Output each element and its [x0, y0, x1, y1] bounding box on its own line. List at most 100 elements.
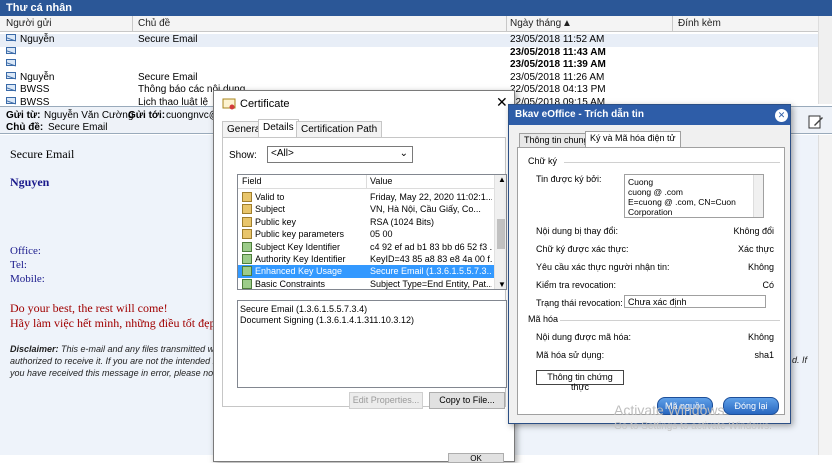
field-row-selected[interactable]: Enhanced Key Usage Secure Email (1.3.6.1…	[238, 265, 494, 278]
revocation-check-value: Có	[762, 280, 774, 290]
close-icon[interactable]: ✕	[775, 109, 788, 122]
col-sender[interactable]: Người gửi	[6, 18, 52, 29]
col-subject[interactable]: Chủ đề	[138, 18, 170, 29]
copy-to-file-button[interactable]: Copy to File...	[429, 392, 505, 409]
mail-subject: Secure Email	[138, 34, 198, 45]
mail-subject: Secure Email	[138, 71, 198, 83]
field-row[interactable]: Subject VN, Hà Nội, Cầu Giấy, Co...	[238, 203, 494, 215]
value-column-header[interactable]: Value	[370, 176, 392, 186]
chevron-down-icon: ⌄	[399, 148, 408, 159]
sender-name: Nguyen	[10, 175, 50, 189]
certificate-info-button[interactable]: Thông tin chứng thực	[536, 370, 624, 392]
signer-scrollbar[interactable]	[753, 175, 763, 217]
fields-header: Field Value	[238, 175, 494, 189]
subject-label: Chủ đề:	[6, 122, 44, 133]
cipher-label: Mã hóa sử dụng:	[536, 350, 605, 360]
body-scrollbar[interactable]	[818, 135, 832, 455]
mail-row[interactable]: 23/05/2018 11:43 AM	[0, 46, 818, 60]
mail-date: 23/05/2018 11:39 AM	[510, 59, 606, 70]
changed-value: Không đổi	[733, 226, 774, 236]
quote-en: Do your best, the rest will come!	[10, 301, 168, 315]
field-row[interactable]: Public key RSA (1024 Bits)	[238, 216, 494, 228]
inbox-header: Thư cá nhân	[0, 0, 832, 16]
field-row[interactable]: Authority Key Identifier KeyID=43 85 a8 …	[238, 253, 494, 265]
scroll-down-icon[interactable]: ▼	[498, 280, 506, 289]
certificate-dialog: Certificate ✕ General Details Certificat…	[213, 90, 515, 463]
tab-certification-path[interactable]: Certification Path	[296, 121, 383, 137]
verified-value: Xác thực	[737, 244, 774, 254]
envelope-icon	[6, 71, 16, 79]
field-row[interactable]: Basic Constraints Subject Type=End Entit…	[238, 278, 494, 289]
mail-row[interactable]: Nguyễn Secure Email 23/05/2018 11:52 AM	[0, 34, 818, 47]
eoffice-title: Bkav eOffice - Trích dẫn tin	[509, 105, 790, 125]
details-panel: Show: <All> ⌄ Field Value Valid to Frida…	[222, 137, 507, 409]
field-icon	[242, 278, 252, 289]
cipher-value: sha1	[754, 350, 774, 360]
edit-properties-button[interactable]: Edit Properties...	[349, 392, 423, 409]
show-select-value: <All>	[271, 148, 294, 159]
envelope-icon	[6, 84, 16, 91]
field-row[interactable]: Public key parameters 05 00	[238, 228, 494, 240]
scroll-up-icon[interactable]: ▲	[498, 175, 506, 184]
encrypted-value: Không	[747, 332, 774, 342]
tab-general-info[interactable]: Thông tin chung	[519, 133, 594, 147]
verified-label: Chữ ký được xác thực:	[536, 244, 629, 254]
scroll-thumb[interactable]	[497, 219, 505, 249]
tab-sign-encrypt[interactable]: Ký và Mã hóa điện tử	[585, 131, 681, 147]
signer-box[interactable]: Cuong cuong @ .com E=cuong @ .com, CN=Cu…	[624, 174, 764, 218]
envelope-icon	[6, 96, 16, 104]
field-icon	[242, 266, 252, 277]
activate-windows-watermark: Activate Windows	[614, 402, 725, 418]
mail-date: 22/05/2018 04:13 PM	[510, 84, 606, 95]
fields-list[interactable]: Field Value Valid to Friday, May 22, 202…	[237, 174, 507, 290]
field-icon	[242, 254, 252, 264]
signature-group-label: Chữ ký	[528, 156, 558, 166]
close-button[interactable]: Đóng lại	[723, 397, 779, 415]
activate-windows-hint: Go to Settings to activate Windows.	[614, 421, 772, 432]
changed-label: Nội dung bị thay đổi:	[536, 226, 619, 236]
to-label: Gửi tới:	[128, 110, 166, 121]
mail-subject: Lịch thao luật lệ	[138, 96, 209, 106]
office-label: Office:	[10, 245, 41, 257]
mail-sender: BWSS	[20, 84, 50, 95]
mail-row[interactable]: Nguyễn Secure Email 23/05/2018 11:26 AM	[0, 71, 818, 85]
revocation-state-field[interactable]: Chưa xác định	[624, 295, 766, 308]
disclaimer-fragment: d. If	[792, 355, 808, 365]
tel-label: Tel:	[10, 259, 27, 271]
tab-details[interactable]: Details	[258, 119, 299, 137]
encryption-group-label: Mã hóa	[528, 314, 559, 324]
sort-up-icon: ▲	[562, 18, 572, 29]
field-detail-text[interactable]: Secure Email (1.3.6.1.5.5.7.3.4) Documen…	[237, 300, 507, 388]
field-icon	[242, 216, 252, 227]
eoffice-dialog: Bkav eOffice - Trích dẫn tin ✕ Thông tin…	[508, 104, 791, 424]
close-icon[interactable]: ✕	[496, 94, 508, 111]
field-row[interactable]: Valid to Friday, May 22, 2020 11:02:1...	[238, 191, 494, 203]
mobile-label: Mobile:	[10, 273, 45, 285]
mail-row[interactable]: 23/05/2018 11:39 AM	[0, 59, 818, 72]
field-icon	[242, 241, 252, 252]
mail-list-scrollbar[interactable]	[818, 16, 832, 104]
field-icon	[242, 229, 252, 240]
field-icon	[242, 192, 252, 202]
col-attachment[interactable]: Đính kèm	[678, 18, 721, 29]
body-title: Secure Email	[10, 147, 75, 161]
envelope-icon	[6, 46, 16, 54]
field-column-header[interactable]: Field	[242, 176, 262, 186]
fields-scrollbar[interactable]: ▲ ▼	[494, 175, 506, 289]
field-icon	[242, 204, 252, 215]
show-label: Show:	[229, 150, 257, 161]
edit-icon[interactable]	[808, 114, 824, 130]
mail-sender: Nguyễn	[20, 34, 55, 45]
subject-value: Secure Email	[48, 122, 108, 133]
sign-encrypt-panel: Chữ ký Tin được ký bởi: Cuong cuong @ .c…	[517, 147, 785, 415]
field-row[interactable]: Subject Key Identifier c4 92 ef ad b1 83…	[238, 241, 494, 253]
show-select[interactable]: <All> ⌄	[267, 146, 413, 163]
certificate-title: Certificate	[240, 98, 290, 110]
quote-vi: Hãy làm việc hết mình, những điều tốt đẹ…	[10, 316, 229, 330]
revocation-check-label: Kiểm tra revocation:	[536, 280, 617, 290]
mail-date: 23/05/2018 11:43 AM	[510, 46, 606, 58]
encrypted-label: Nội dung được mã hóa:	[536, 332, 631, 342]
mail-date: 23/05/2018 11:52 AM	[510, 34, 605, 45]
mail-date: 23/05/2018 11:26 AM	[510, 71, 605, 83]
col-date[interactable]: Ngày tháng	[510, 18, 561, 29]
